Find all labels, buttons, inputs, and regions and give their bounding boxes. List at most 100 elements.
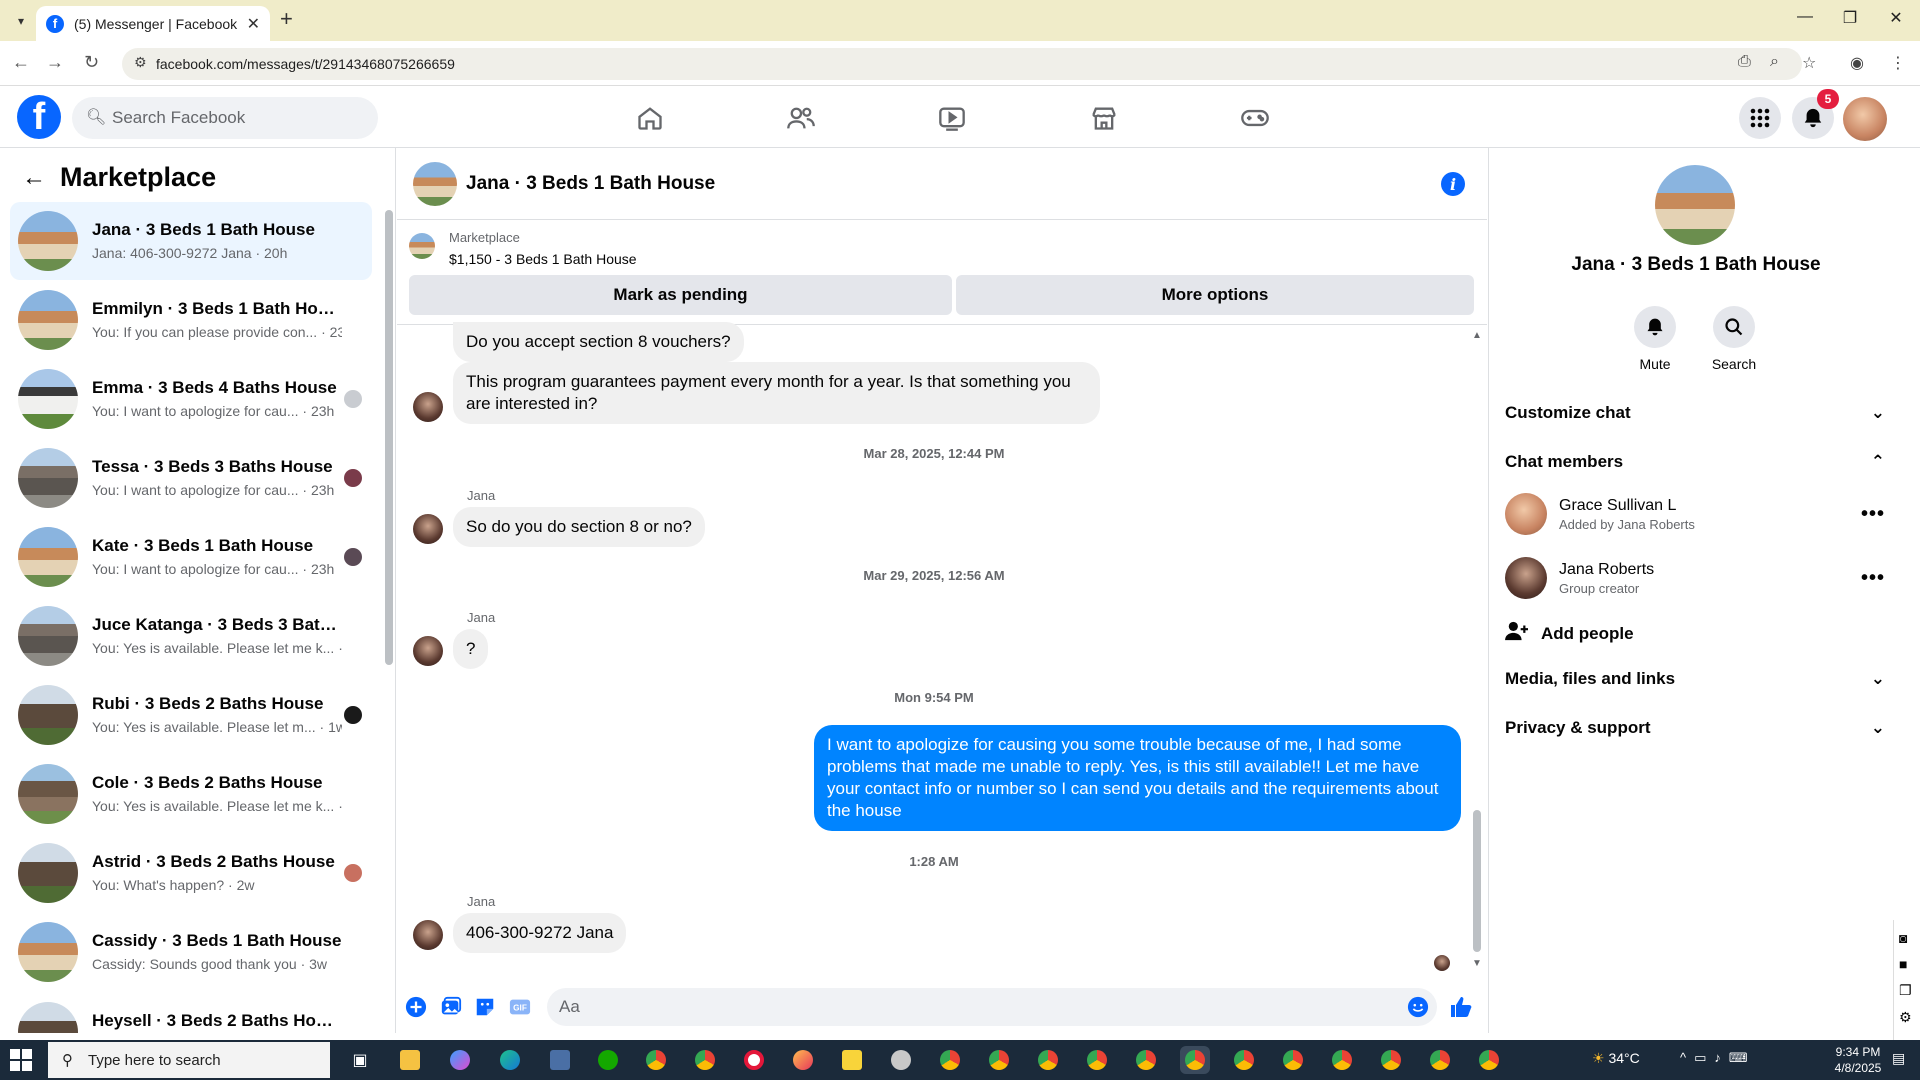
conversation-item[interactable]: Emma · 3 Beds 4 Baths House You: I want t… <box>10 360 372 438</box>
outgoing-message[interactable]: I want to apologize for causing you some… <box>814 725 1461 831</box>
install-icon[interactable]: ⎙ <box>1738 53 1751 71</box>
task-view-icon[interactable]: ▣ <box>345 1046 375 1074</box>
gif-icon[interactable]: GIF <box>507 994 533 1020</box>
firefox-icon[interactable] <box>788 1046 818 1074</box>
taskbar-clock[interactable]: 9:34 PM 4/8/2025 <box>1828 1044 1888 1076</box>
sender-avatar[interactable] <box>413 514 443 544</box>
sender-avatar[interactable] <box>413 392 443 422</box>
bookmark-star-icon[interactable]: ☆ <box>1802 53 1816 73</box>
search-action[interactable]: Search <box>1694 306 1774 372</box>
conversation-item[interactable]: Cassidy · 3 Beds 1 Bath House Cassidy: So… <box>10 913 372 991</box>
opera-icon[interactable] <box>739 1046 769 1074</box>
facebook-logo[interactable]: f <box>17 95 61 139</box>
thread-scrollbar[interactable] <box>1473 810 1481 952</box>
weather-widget[interactable]: ☀ 34°C <box>1592 1050 1640 1067</box>
emoji-icon[interactable] <box>1405 994 1431 1020</box>
upwork-icon[interactable] <box>593 1046 623 1074</box>
privacy-support-section[interactable]: Privacy & support ⌄ <box>1505 718 1885 738</box>
taskbar-search-input[interactable]: ⚲ Type here to search <box>48 1042 330 1078</box>
gaming-icon[interactable] <box>1235 100 1275 136</box>
scroll-down-arrow-icon[interactable]: ▼ <box>1472 958 1482 969</box>
add-people-button[interactable]: Add people <box>1505 620 1885 647</box>
more-options-icon[interactable]: ••• <box>1861 567 1885 590</box>
chrome-profile-icon[interactable] <box>1425 1046 1455 1074</box>
conversation-item[interactable]: Rubi · 3 Beds 2 Baths House You: Yes is a… <box>10 676 372 754</box>
sticker-icon[interactable] <box>472 994 498 1020</box>
conversation-list-scrollbar[interactable] <box>385 210 393 665</box>
volume-icon[interactable]: ♪ <box>1714 1050 1729 1065</box>
network-icon[interactable]: ▭ <box>1694 1050 1714 1065</box>
chrome-profile-icon[interactable] <box>1229 1046 1259 1074</box>
menu-grid-icon[interactable] <box>1739 97 1781 139</box>
system-tray[interactable]: ^▭♪⌨ <box>1680 1050 1756 1066</box>
message-input[interactable]: Aa <box>547 988 1437 1026</box>
home-icon[interactable] <box>630 100 670 136</box>
file-explorer-icon[interactable] <box>395 1046 425 1074</box>
mark-as-pending-button[interactable]: Mark as pending <box>409 275 952 315</box>
restore-button[interactable]: ❐ <box>1830 8 1870 28</box>
facebook-search-input[interactable]: 🔍︎ Search Facebook <box>72 97 378 139</box>
chrome-profile-icon[interactable] <box>1278 1046 1308 1074</box>
tab-search-chevron-icon[interactable]: ▾ <box>10 10 32 32</box>
windows-start-icon[interactable] <box>10 1049 32 1071</box>
reload-icon[interactable]: ↻ <box>84 52 99 73</box>
incoming-message[interactable]: So do you do section 8 or no? <box>453 507 705 547</box>
member-row[interactable]: Jana Roberts Group creator ••• <box>1505 552 1885 604</box>
chrome-profile-icon[interactable] <box>690 1046 720 1074</box>
window-icon[interactable]: ❐ <box>1899 982 1920 999</box>
member-row[interactable]: Grace Sullivan L Added by Jana Roberts ••… <box>1505 488 1885 540</box>
media-files-section[interactable]: Media, files and links ⌄ <box>1505 669 1885 689</box>
chrome-profile-icon[interactable] <box>1474 1046 1504 1074</box>
back-icon[interactable]: ← <box>12 52 30 73</box>
close-window-button[interactable]: ✕ <box>1876 8 1916 28</box>
chrome-icon[interactable] <box>641 1046 671 1074</box>
incoming-message[interactable]: This program guarantees payment every mo… <box>453 362 1100 424</box>
photo-icon[interactable] <box>438 994 464 1020</box>
listing-thumbnail[interactable] <box>409 233 435 259</box>
chrome-profile-icon[interactable] <box>1131 1046 1161 1074</box>
profile-icon[interactable]: ◉ <box>1850 53 1864 73</box>
more-options-button[interactable]: More options <box>956 275 1474 315</box>
conversation-item[interactable]: Astrid · 3 Beds 2 Baths House You: What's… <box>10 834 372 912</box>
sticky-notes-icon[interactable] <box>837 1046 867 1074</box>
tray-chevron-icon[interactable]: ^ <box>1680 1050 1694 1065</box>
friends-icon[interactable] <box>781 100 821 136</box>
app-icon[interactable] <box>886 1046 916 1074</box>
conversation-item[interactable]: Heysell · 3 Beds 2 Baths House <box>10 992 372 1033</box>
incoming-message[interactable]: ? <box>453 629 489 669</box>
listing-price[interactable]: $1,150 - 3 Beds 1 Bath House <box>449 251 637 267</box>
zoom-icon[interactable]: ⌕ <box>1770 53 1779 71</box>
chrome-profile-icon[interactable] <box>1082 1046 1112 1074</box>
settings-gear-icon[interactable]: ⚙ <box>1899 1009 1920 1026</box>
thumbs-up-icon[interactable] <box>1448 994 1474 1020</box>
conversation-item[interactable]: Jana · 3 Beds 1 Bath House Jana: 406-300-… <box>10 202 372 280</box>
incoming-message[interactable]: Do you accept section 8 vouchers? <box>453 322 744 362</box>
customize-chat-section[interactable]: Customize chat ⌄ <box>1505 403 1885 423</box>
chrome-active-icon[interactable] <box>1180 1046 1210 1074</box>
conversation-item[interactable]: Juce Katanga · 3 Beds 3 Baths H... You: Y… <box>10 597 372 675</box>
watch-icon[interactable] <box>932 100 972 136</box>
site-info-icon[interactable]: ⚙ <box>134 54 147 71</box>
incoming-message[interactable]: 406-300-9272 Jana <box>453 913 627 953</box>
more-options-icon[interactable]: ••• <box>1861 503 1885 526</box>
chrome-profile-icon[interactable] <box>1033 1046 1063 1074</box>
forward-icon[interactable]: → <box>46 52 64 73</box>
address-bar[interactable]: ⚙ facebook.com/messages/t/29143468075266… <box>122 48 1802 80</box>
info-icon[interactable]: i <box>1441 172 1465 196</box>
plus-icon[interactable] <box>403 994 429 1020</box>
browser-tab[interactable]: f (5) Messenger | Facebook ✕ <box>36 6 270 41</box>
conversation-item[interactable]: Tessa · 3 Beds 3 Baths House You: I want … <box>10 439 372 517</box>
sender-avatar[interactable] <box>413 636 443 666</box>
keyboard-icon[interactable]: ⌨ <box>1729 1050 1756 1065</box>
close-tab-icon[interactable]: ✕ <box>247 14 260 34</box>
camera-icon[interactable]: ◙ <box>1899 930 1920 946</box>
chrome-profile-icon[interactable] <box>984 1046 1014 1074</box>
new-tab-button[interactable]: + <box>280 6 293 32</box>
conversation-item[interactable]: Kate · 3 Beds 1 Bath House You: I want to… <box>10 518 372 596</box>
account-avatar[interactable] <box>1843 97 1887 141</box>
minimize-button[interactable]: — <box>1785 8 1825 26</box>
notification-center-icon[interactable]: ▤ <box>1892 1050 1905 1067</box>
back-arrow-icon[interactable]: ← <box>22 164 46 192</box>
mute-action[interactable]: Mute <box>1615 306 1695 372</box>
chat-title[interactable]: Jana · 3 Beds 1 Bath House <box>466 173 715 195</box>
